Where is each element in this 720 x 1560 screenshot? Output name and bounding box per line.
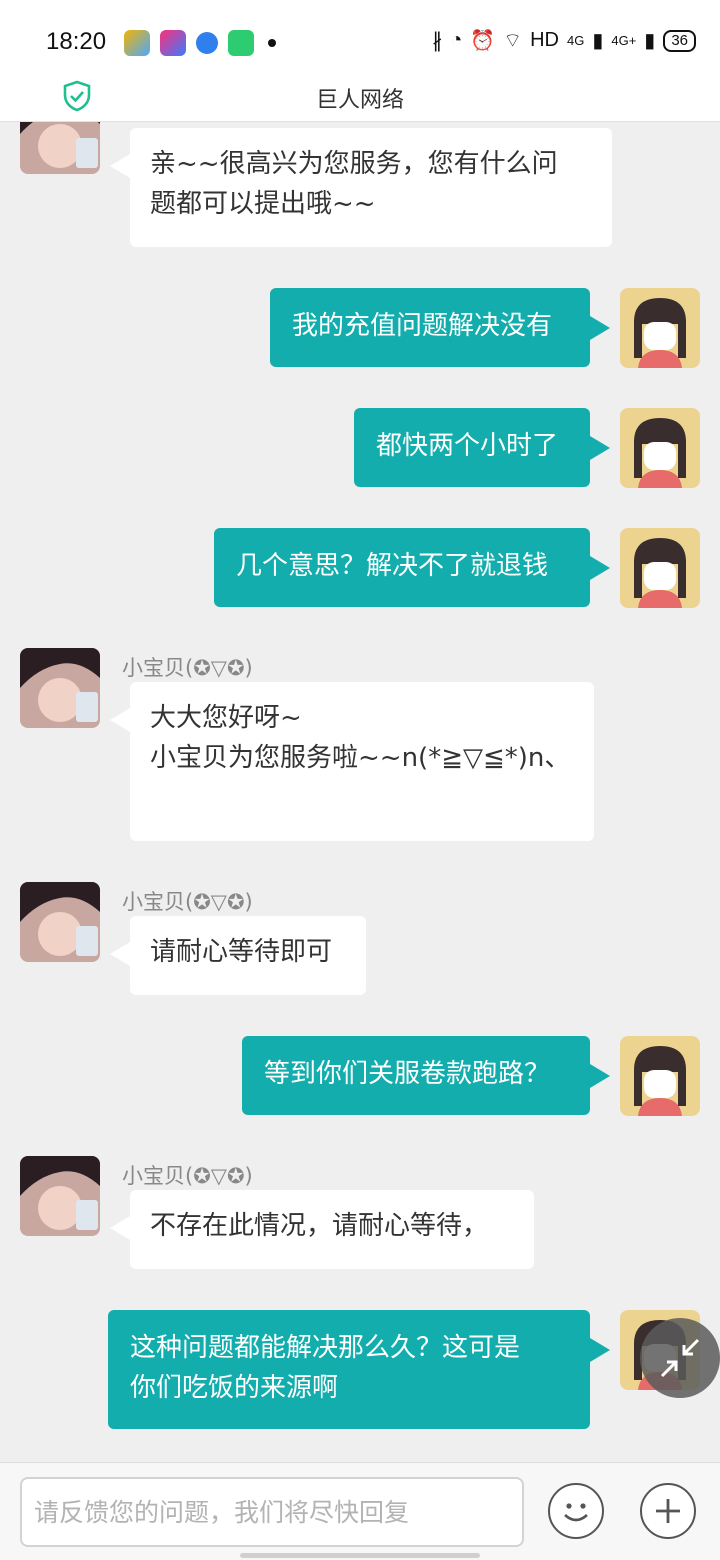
- agent-avatar: [20, 882, 100, 962]
- agent-name: 小宝贝(✪▽✪): [122, 656, 253, 680]
- status-bar: 18:20 ∦ ◔ ⏰ ⌔ HD 4G ▮ 4G+ ▮ 36: [0, 0, 720, 74]
- feedback-input[interactable]: [20, 1477, 524, 1547]
- message-line: 你们吃饭的来源啊: [130, 1373, 339, 1403]
- network-4gplus-label: 4G+: [611, 33, 637, 48]
- battery-app-icon: [228, 30, 254, 56]
- agent-avatar: [20, 1156, 100, 1236]
- user-avatar: [620, 288, 700, 368]
- youku-app-icon: [160, 30, 186, 56]
- signal-icon-2: ▮: [644, 30, 656, 52]
- message-line: 都快两个小时了: [376, 431, 559, 461]
- minimize-icon: [660, 1338, 700, 1378]
- alarm-icon: ⏰: [470, 30, 496, 52]
- user-avatar: [620, 408, 700, 488]
- message-line: 大大您好呀~: [150, 703, 302, 733]
- chat-header: 巨人网络: [0, 74, 720, 122]
- outgoing-message: 都快两个小时了: [354, 408, 610, 487]
- plane-app-icon: [124, 30, 150, 56]
- message-line: 请耐心等待即可: [150, 937, 333, 967]
- incoming-message: 大大您好呀~ 小宝贝为您服务啦~~n(*≧▽≦*)n、: [110, 682, 594, 841]
- incoming-message: 请耐心等待即可: [110, 916, 366, 995]
- bluetooth-icon: ∦: [432, 30, 443, 52]
- network-4g-label: 4G: [567, 33, 585, 48]
- agent-name: 小宝贝(✪▽✪): [122, 1164, 253, 1188]
- agent-avatar: [20, 648, 100, 728]
- circle-app-icon: [196, 32, 218, 54]
- status-time: 18:20: [46, 28, 107, 55]
- message-line: 我的充值问题解决没有: [292, 311, 553, 341]
- user-avatar: [620, 1036, 700, 1116]
- message-line: 亲~~很高兴为您服务，您有什么问: [150, 149, 558, 179]
- system-indicators: ∦ ◔ ⏰ ⌔ HD 4G ▮ 4G+ ▮ 36: [432, 28, 696, 53]
- page-title: 巨人网络: [315, 88, 404, 113]
- outgoing-message: 几个意思？解决不了就退钱: [214, 528, 610, 607]
- agent-name: 小宝贝(✪▽✪): [122, 890, 253, 914]
- hd-label: HD: [530, 29, 559, 51]
- incoming-message: 亲~~很高兴为您服务，您有什么问 题都可以提出哦~~: [110, 128, 612, 247]
- home-indicator[interactable]: [240, 1553, 480, 1558]
- more-notifications-icon: [268, 39, 276, 47]
- minimize-button[interactable]: [640, 1318, 720, 1398]
- emoji-button[interactable]: [548, 1483, 604, 1539]
- message-input-bar: [0, 1462, 720, 1560]
- outgoing-message: 我的充值问题解决没有: [270, 288, 610, 367]
- add-button[interactable]: [640, 1483, 696, 1539]
- chat-messages[interactable]: 亲~~很高兴为您服务，您有什么问 题都可以提出哦~~ 我的充值问题解决没有 都快…: [0, 122, 720, 1462]
- agent-avatar: [20, 122, 100, 174]
- message-line: 几个意思？解决不了就退钱: [236, 551, 549, 581]
- message-line: 这种问题都能解决那么久？这可是: [130, 1333, 521, 1363]
- message-line: 不存在此情况，请耐心等待，: [150, 1211, 489, 1241]
- emoji-icon: [564, 1503, 588, 1522]
- signal-icon-1: ▮: [592, 30, 604, 52]
- battery-indicator: 36: [663, 29, 696, 52]
- wifi-icon: ⌔: [503, 30, 523, 52]
- outgoing-message: 这种问题都能解决那么久？这可是 你们吃饭的来源啊: [108, 1310, 610, 1429]
- speed-icon: ◔: [450, 29, 463, 51]
- message-line: 小宝贝为您服务啦~~n(*≧▽≦*)n、: [150, 743, 571, 773]
- plus-icon: [656, 1499, 680, 1523]
- outgoing-message: 等到你们关服卷款跑路？: [242, 1036, 610, 1115]
- incoming-message: 不存在此情况，请耐心等待，: [110, 1190, 534, 1269]
- user-avatar: [620, 528, 700, 608]
- message-line: 题都可以提出哦~~: [150, 189, 376, 219]
- notification-icons: [124, 30, 276, 56]
- message-line: 等到你们关服卷款跑路？: [264, 1059, 551, 1089]
